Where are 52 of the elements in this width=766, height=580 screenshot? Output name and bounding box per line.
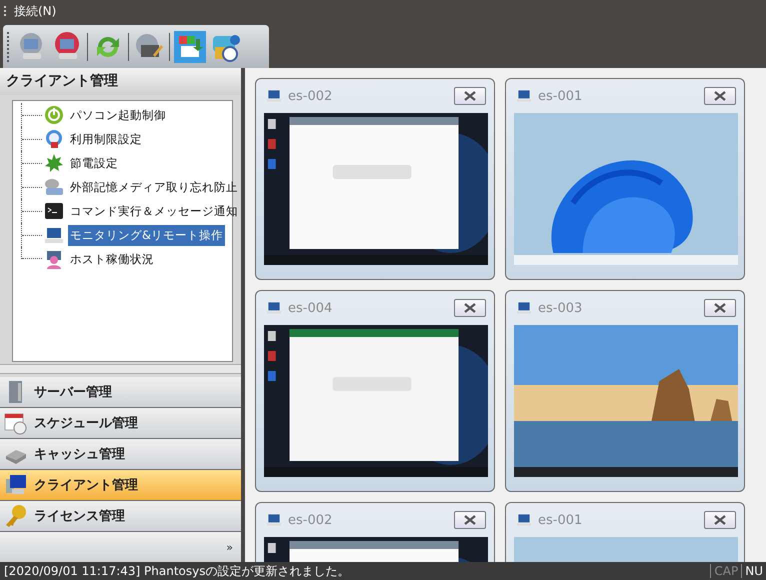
laptop-icon — [516, 301, 532, 315]
person-icon — [44, 249, 64, 269]
close-button[interactable] — [454, 511, 486, 529]
screen-name: es-002 — [288, 88, 334, 104]
close-icon — [463, 91, 477, 101]
tree-item[interactable]: 外部記憶メディア取り忘れ防止 — [68, 176, 240, 198]
monitor-icon[interactable] — [174, 30, 206, 62]
nav-button[interactable]: キャッシュ管理 — [0, 439, 241, 470]
close-button[interactable] — [704, 87, 736, 105]
tree-item[interactable]: コマンド実行＆メッセージ通知 — [68, 200, 240, 222]
close-icon — [713, 303, 727, 313]
key-icon — [4, 504, 28, 528]
screen-name: es-001 — [538, 512, 584, 528]
laptop-icon — [44, 225, 64, 245]
nav-button[interactable]: スケジュール管理 — [0, 408, 241, 439]
computer-icon — [4, 473, 28, 497]
close-icon — [463, 515, 477, 525]
close-button[interactable] — [454, 299, 486, 317]
screen-name: es-001 — [538, 88, 584, 104]
screen-name: es-003 — [538, 300, 584, 316]
laptop-icon — [266, 89, 282, 103]
close-button[interactable] — [704, 299, 736, 317]
tree-item[interactable]: 利用制限設定 — [68, 128, 144, 150]
tree-item[interactable]: パソコン起動制御 — [68, 104, 168, 126]
splitter-handle[interactable] — [0, 364, 241, 374]
laptop-icon — [266, 301, 282, 315]
tree-item[interactable]: モニタリング&リモート操作 — [68, 224, 225, 246]
tree-item[interactable]: ホスト稼働状況 — [68, 248, 156, 270]
panel-title: クライアント管理 — [0, 68, 241, 95]
close-icon — [713, 91, 727, 101]
more-button[interactable]: » — [226, 540, 233, 554]
screen-name: es-002 — [288, 512, 334, 528]
close-button[interactable] — [704, 511, 736, 529]
nav-button[interactable]: ライセンス管理 — [0, 501, 241, 532]
key-indicator: CAP — [710, 564, 742, 578]
laptop-icon — [516, 89, 532, 103]
nav-button[interactable]: クライアント管理 — [0, 470, 241, 501]
leaf-icon — [44, 153, 64, 173]
status-message: [2020/09/01 11:17:43] Phantosysの設定が更新されました。 — [4, 562, 351, 580]
key-indicator: NU — [741, 564, 766, 578]
calendar-icon — [4, 411, 28, 435]
tree-item[interactable]: 節電設定 — [68, 152, 120, 174]
terminal-icon — [44, 201, 64, 221]
laptop-icon — [266, 513, 282, 527]
close-button[interactable] — [454, 87, 486, 105]
laptop-icon — [516, 513, 532, 527]
close-icon — [713, 515, 727, 525]
menu-item[interactable]: 接続(N) — [14, 2, 56, 20]
close-icon — [463, 303, 477, 313]
screen-name: es-004 — [288, 300, 334, 316]
nav-button[interactable]: サーバー管理 — [0, 377, 241, 408]
power-icon — [44, 105, 64, 125]
